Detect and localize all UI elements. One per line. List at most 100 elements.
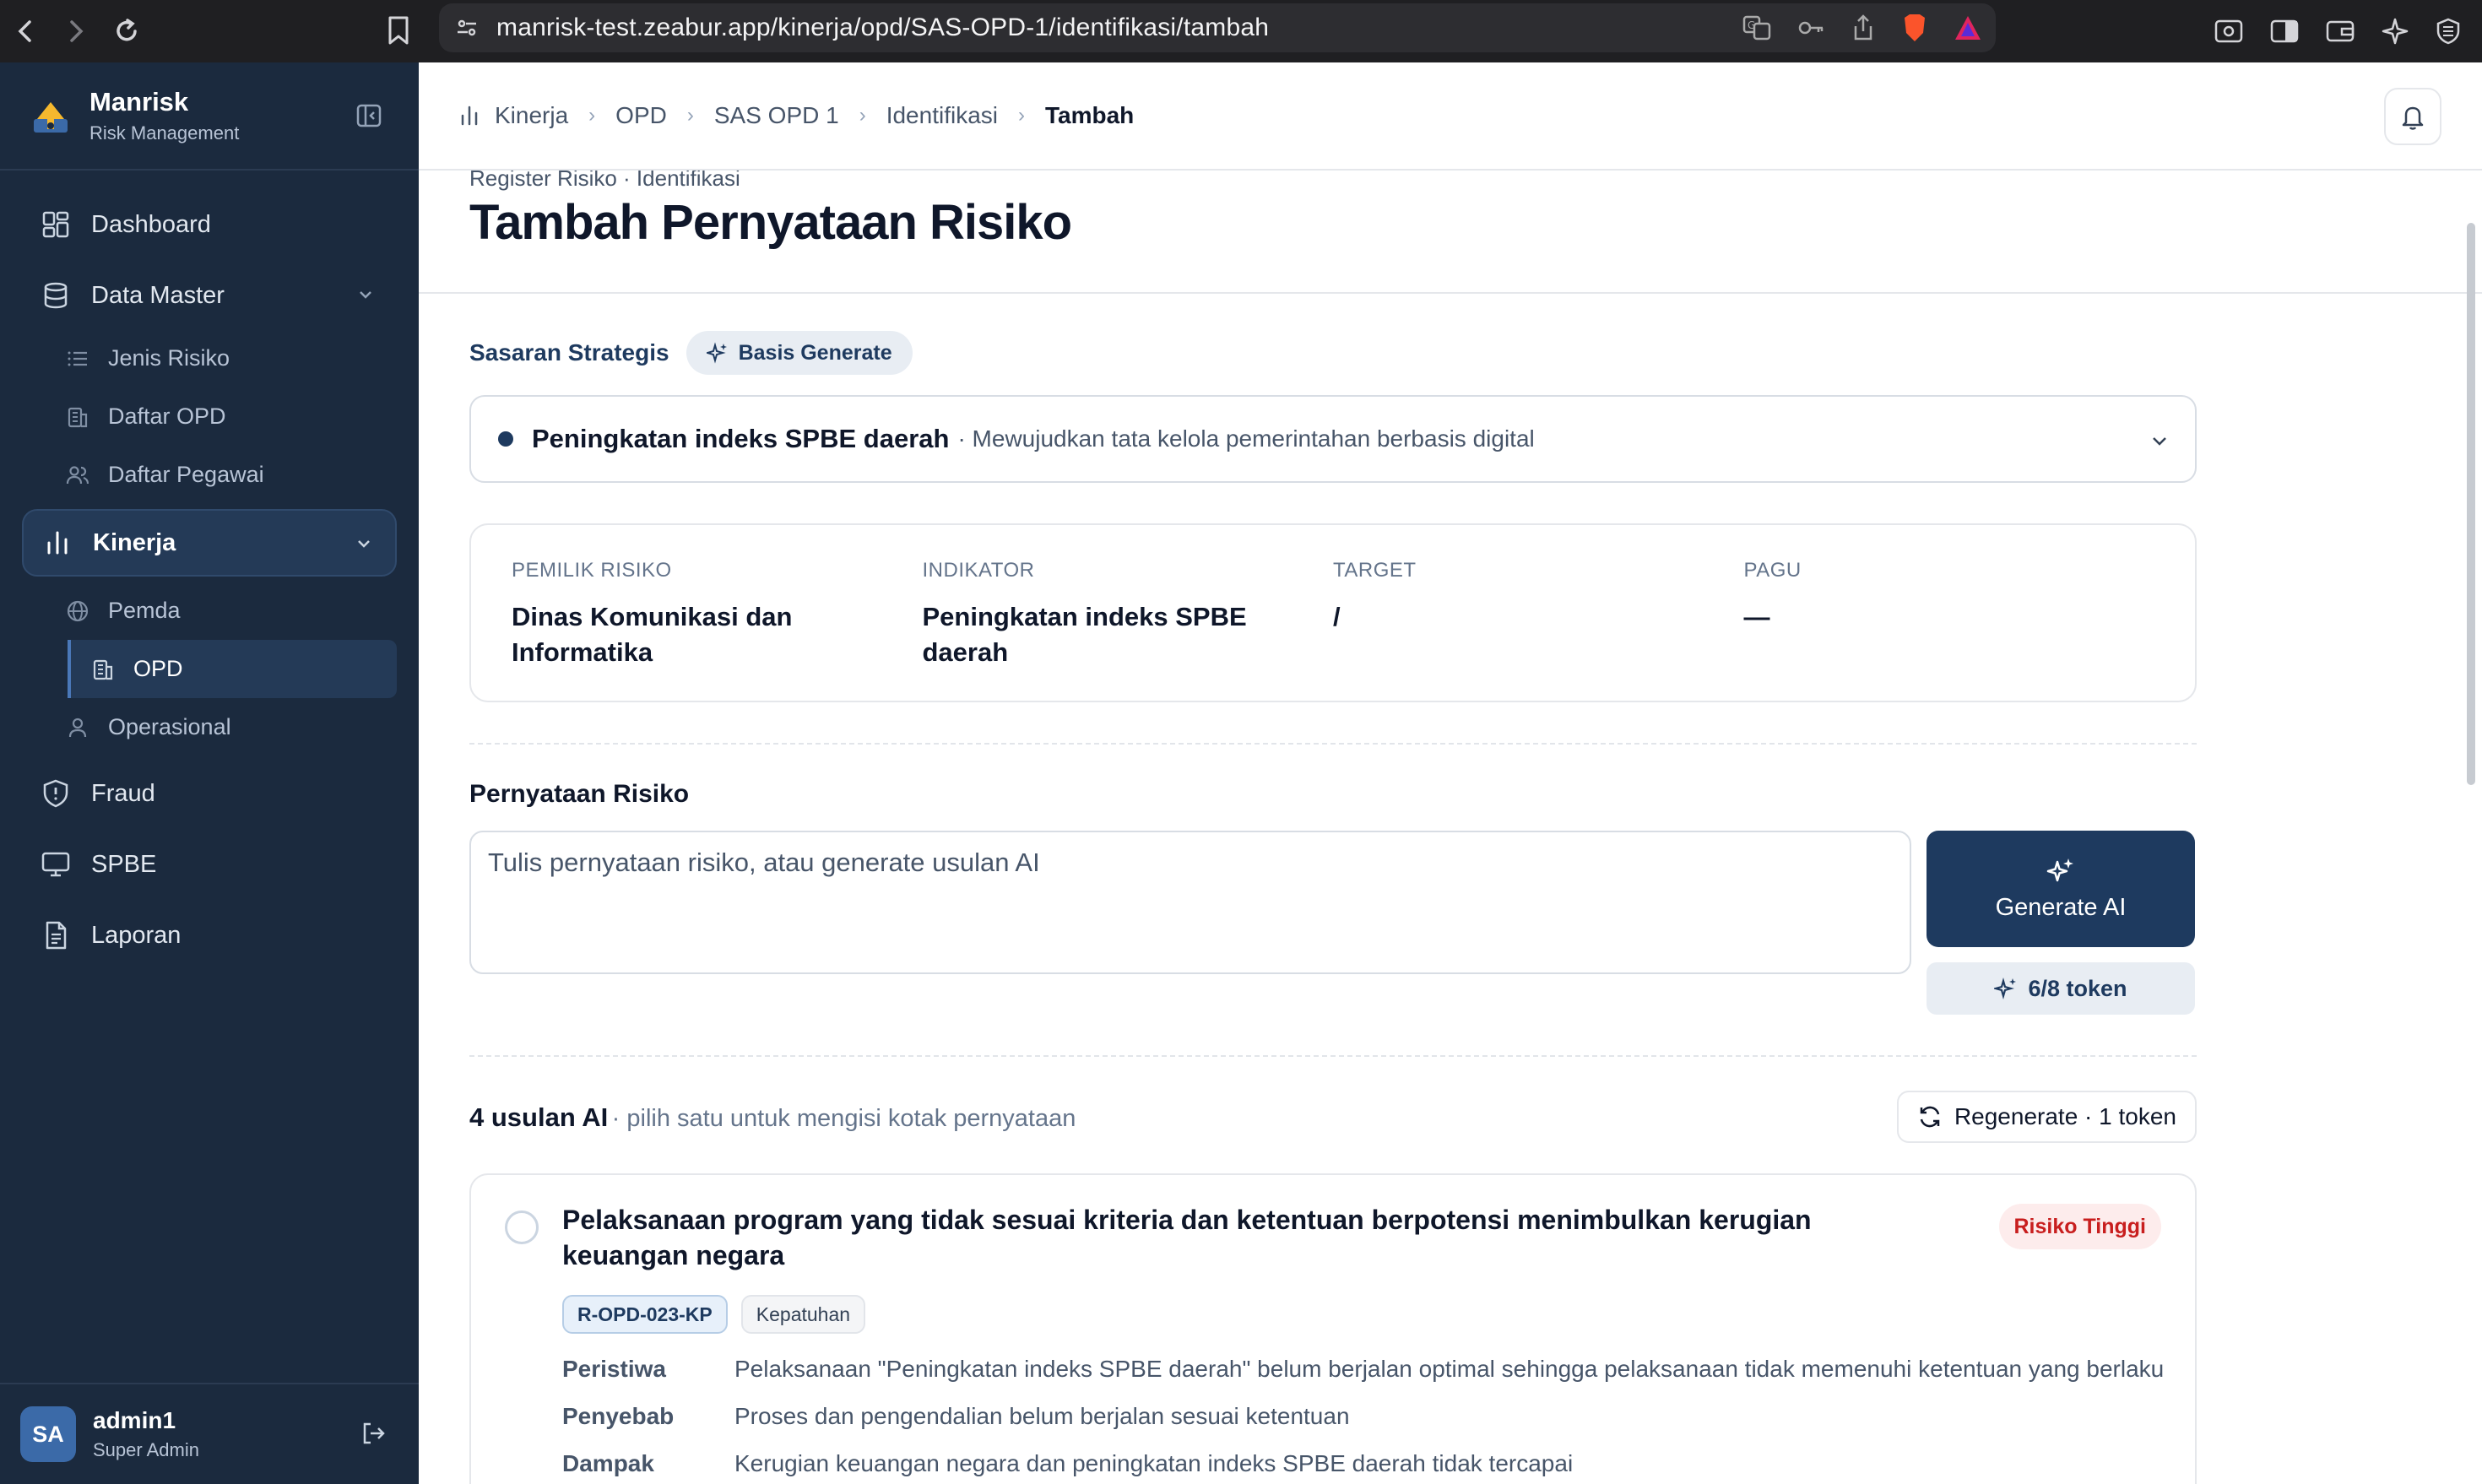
sidebar-item-fraud[interactable]: Fraud (22, 760, 397, 827)
suggestion-list: Pelaksanaan program yang tidak sesuai kr… (469, 1173, 2197, 1484)
logout-icon[interactable] (360, 1420, 387, 1451)
detail-key: Dampak (562, 1450, 654, 1476)
user-name: admin1 (93, 1407, 176, 1433)
info-value: Dinas Komunikasi dan Informatika (512, 602, 793, 667)
generate-ai-button[interactable]: Generate AI (1927, 831, 2195, 947)
info-pagu: PAGU — (1744, 559, 2155, 701)
detail-key: Peristiwa (562, 1356, 666, 1382)
list-icon (68, 351, 87, 366)
sidebar-item-data-master[interactable]: Data Master (22, 262, 397, 329)
pernyataan-label: Pernyataan Risiko (469, 780, 690, 808)
generate-ai-label: Generate AI (1995, 893, 2127, 921)
pernyataan-input-row: Tulis pernyataan risiko, atau generate u… (469, 831, 2197, 1016)
chevron-down-icon (2153, 437, 2166, 446)
sidebar-item-kinerja[interactable]: Kinerja (22, 509, 397, 577)
sidebar-item-jenis-risiko[interactable]: Jenis Risiko (0, 329, 397, 387)
chevron-right-icon: › (588, 104, 596, 127)
info-indikator: INDIKATOR Peningkatan indeks SPBE daerah (923, 559, 1334, 701)
sidebar-item-laporan[interactable]: Laporan (22, 902, 397, 969)
user-role: Super Admin (93, 1439, 199, 1460)
breadcrumb-identifikasi[interactable]: Identifikasi (886, 102, 998, 129)
sidebar-item-daftar-opd[interactable]: Daftar OPD (0, 387, 397, 446)
suggestion-radio[interactable] (505, 1210, 539, 1244)
regenerate-button[interactable]: Regenerate · 1 token (1896, 1091, 2197, 1143)
sidebar-item-operasional[interactable]: Operasional (0, 698, 397, 756)
token-counter: 6/8 token (1927, 962, 2195, 1015)
user-profile: SA admin1 Super Admin (0, 1383, 419, 1484)
detail-peristiwa: Peristiwa Pelaksanaan "Peningkatan indek… (562, 1356, 2164, 1383)
chevron-right-icon: › (1018, 104, 1025, 127)
page-header: Register Risiko · Identifikasi Tambah Pe… (419, 171, 2482, 294)
divider (469, 1055, 2197, 1057)
detail-value: Pelaksanaan "Peningkatan indeks SPBE dae… (734, 1356, 2165, 1382)
sidebar-item-label: Operasional (108, 714, 231, 739)
key-icon[interactable] (1796, 14, 1825, 42)
sidebar-item-label: Fraud (91, 779, 155, 807)
info-label: PAGU (1743, 559, 1802, 582)
sidebar-item-pemda[interactable]: Pemda (0, 582, 397, 640)
database-icon (44, 282, 68, 309)
shield-alert-icon (43, 779, 68, 808)
sidebar-item-label: Pemda (108, 598, 181, 623)
breadcrumb-kinerja[interactable]: Kinerja (495, 102, 568, 129)
sasaran-section: Sasaran Strategis Basis Generate Peningk… (469, 331, 2197, 483)
back-icon[interactable] (0, 0, 51, 62)
sidebar-toggle-icon[interactable] (2269, 17, 2300, 46)
status-dot (498, 431, 513, 447)
rewards-icon[interactable] (1954, 14, 1982, 41)
vpn-icon[interactable] (2435, 17, 2462, 46)
sparkles-icon (2046, 858, 2073, 881)
leo-ai-icon[interactable] (2381, 17, 2409, 46)
sidebar-item-label: Jenis Risiko (108, 345, 230, 371)
users-icon (66, 465, 89, 484)
notification-button[interactable] (2384, 88, 2441, 145)
detail-dampak: Dampak Kerugian keuangan negara dan peni… (562, 1450, 1573, 1477)
regenerate-label: Regenerate · 1 token (1954, 1103, 2176, 1129)
url-text[interactable]: manrisk-test.zeabur.app/kinerja/opd/SAS-… (496, 14, 1269, 42)
info-label: PEMILIK RISIKO (512, 559, 672, 582)
sidebar-item-label: Daftar OPD (108, 403, 226, 429)
refresh-icon (1920, 1106, 1940, 1128)
pernyataan-textarea[interactable]: Tulis pernyataan risiko, atau generate u… (469, 831, 1911, 974)
bar-chart-icon (461, 106, 478, 126)
sidebar-item-label: Data Master (91, 281, 225, 309)
bar-chart-icon (47, 531, 68, 555)
bookmark-icon[interactable] (387, 15, 410, 46)
sidebar-item-dashboard[interactable]: Dashboard (22, 191, 397, 258)
scrollbar[interactable] (2467, 223, 2475, 785)
breadcrumb-sas-opd[interactable]: SAS OPD 1 (714, 102, 839, 129)
address-bar[interactable]: manrisk-test.zeabur.app/kinerja/opd/SAS-… (439, 3, 1996, 52)
translate-icon[interactable]: G (1742, 14, 1771, 42)
reload-icon[interactable] (101, 0, 152, 62)
collapse-sidebar-icon[interactable] (356, 103, 382, 133)
info-label: TARGET (1333, 559, 1417, 582)
forward-icon[interactable] (51, 0, 101, 62)
token-counter-label: 6/8 token (2028, 975, 2127, 1001)
chevron-right-icon: › (686, 104, 694, 127)
brand: Manrisk Risk Management (0, 62, 419, 171)
wallet-icon[interactable] (2325, 17, 2355, 46)
breadcrumb-opd[interactable]: OPD (615, 102, 667, 129)
sidebar-item-label: SPBE (91, 850, 157, 878)
sidebar-item-label: Kinerja (93, 528, 176, 556)
info-value: — (1743, 602, 1770, 631)
risk-level-badge: Risiko Tinggi (1998, 1204, 2161, 1249)
building-icon (93, 659, 113, 680)
share-icon[interactable] (1851, 14, 1876, 42)
sasaran-select[interactable]: Peningkatan indeks SPBE daerah · Mewujud… (469, 395, 2197, 483)
usulan-hint: · pilih satu untuk mengisi kotak pernyat… (611, 1105, 1076, 1132)
info-value: Peningkatan indeks SPBE daerah (922, 602, 1247, 667)
divider (469, 743, 2197, 745)
sidebar-item-opd[interactable]: OPD (68, 640, 397, 698)
info-card: PEMILIK RISIKO Dinas Komunikasi dan Info… (469, 523, 2197, 702)
screenshot-icon[interactable] (2214, 17, 2244, 46)
detail-value: Kerugian keuangan negara dan peningkatan… (734, 1450, 1574, 1476)
page-eyebrow: Register Risiko · Identifikasi (469, 171, 740, 191)
document-icon (46, 921, 67, 950)
sidebar-item-daftar-pegawai[interactable]: Daftar Pegawai (0, 446, 397, 504)
site-settings-icon[interactable] (456, 17, 478, 39)
sidebar-item-spbe[interactable]: SPBE (22, 831, 397, 898)
breadcrumb-current: Tambah (1045, 102, 1135, 128)
brave-shield-icon[interactable] (1901, 13, 1928, 43)
suggestion-card[interactable]: Pelaksanaan program yang tidak sesuai kr… (469, 1173, 2197, 1484)
